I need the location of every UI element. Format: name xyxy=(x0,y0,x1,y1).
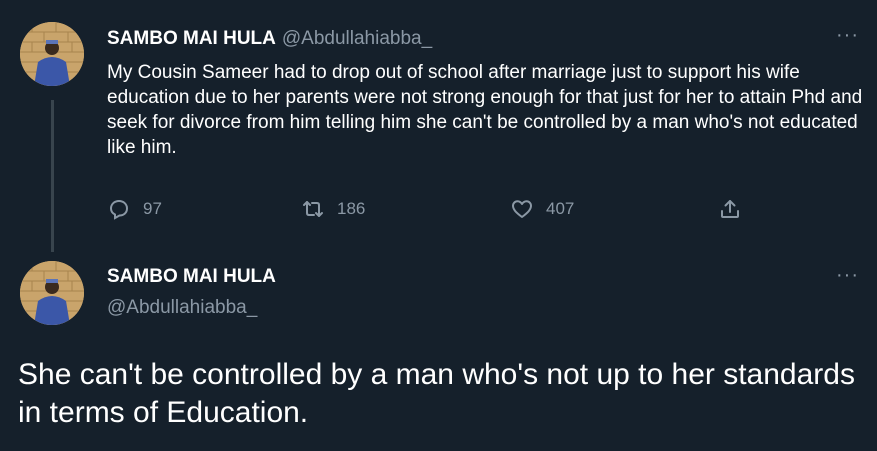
retweet-icon xyxy=(301,197,325,221)
thread-line xyxy=(51,100,54,252)
tweet-text: She can't be controlled by a man who's n… xyxy=(18,358,855,429)
reply-count: 97 xyxy=(143,199,162,218)
user-handle[interactable]: @Abdullahiabba_ xyxy=(282,28,432,49)
like-count: 407 xyxy=(546,199,575,218)
display-name[interactable]: SAMBO MAI HULA xyxy=(107,28,276,49)
reply-icon xyxy=(107,197,131,221)
tweet-text: My Cousin Sameer had to drop out of scho… xyxy=(107,62,863,158)
heart-icon xyxy=(510,197,534,221)
share-icon xyxy=(718,197,742,221)
reply-button[interactable]: 97 xyxy=(107,197,162,221)
avatar[interactable] xyxy=(20,22,84,86)
more-horizontal-icon[interactable]: ··· xyxy=(836,265,859,285)
tweet-actions: 97 186 407 xyxy=(107,197,747,225)
retweet-button[interactable]: 186 xyxy=(301,197,365,221)
avatar-image xyxy=(20,22,84,86)
share-button[interactable] xyxy=(718,197,742,221)
avatar-image xyxy=(20,261,84,325)
user-handle[interactable]: @Abdullahiabba_ xyxy=(107,297,257,319)
avatar[interactable] xyxy=(20,261,84,325)
display-name[interactable]: SAMBO MAI HULA xyxy=(107,266,276,288)
tweet-header: SAMBO MAI HULA @Abdullahiabba_ xyxy=(107,28,432,50)
retweet-count: 186 xyxy=(337,199,366,218)
more-horizontal-icon[interactable]: ··· xyxy=(836,25,859,45)
like-button[interactable]: 407 xyxy=(510,197,574,221)
